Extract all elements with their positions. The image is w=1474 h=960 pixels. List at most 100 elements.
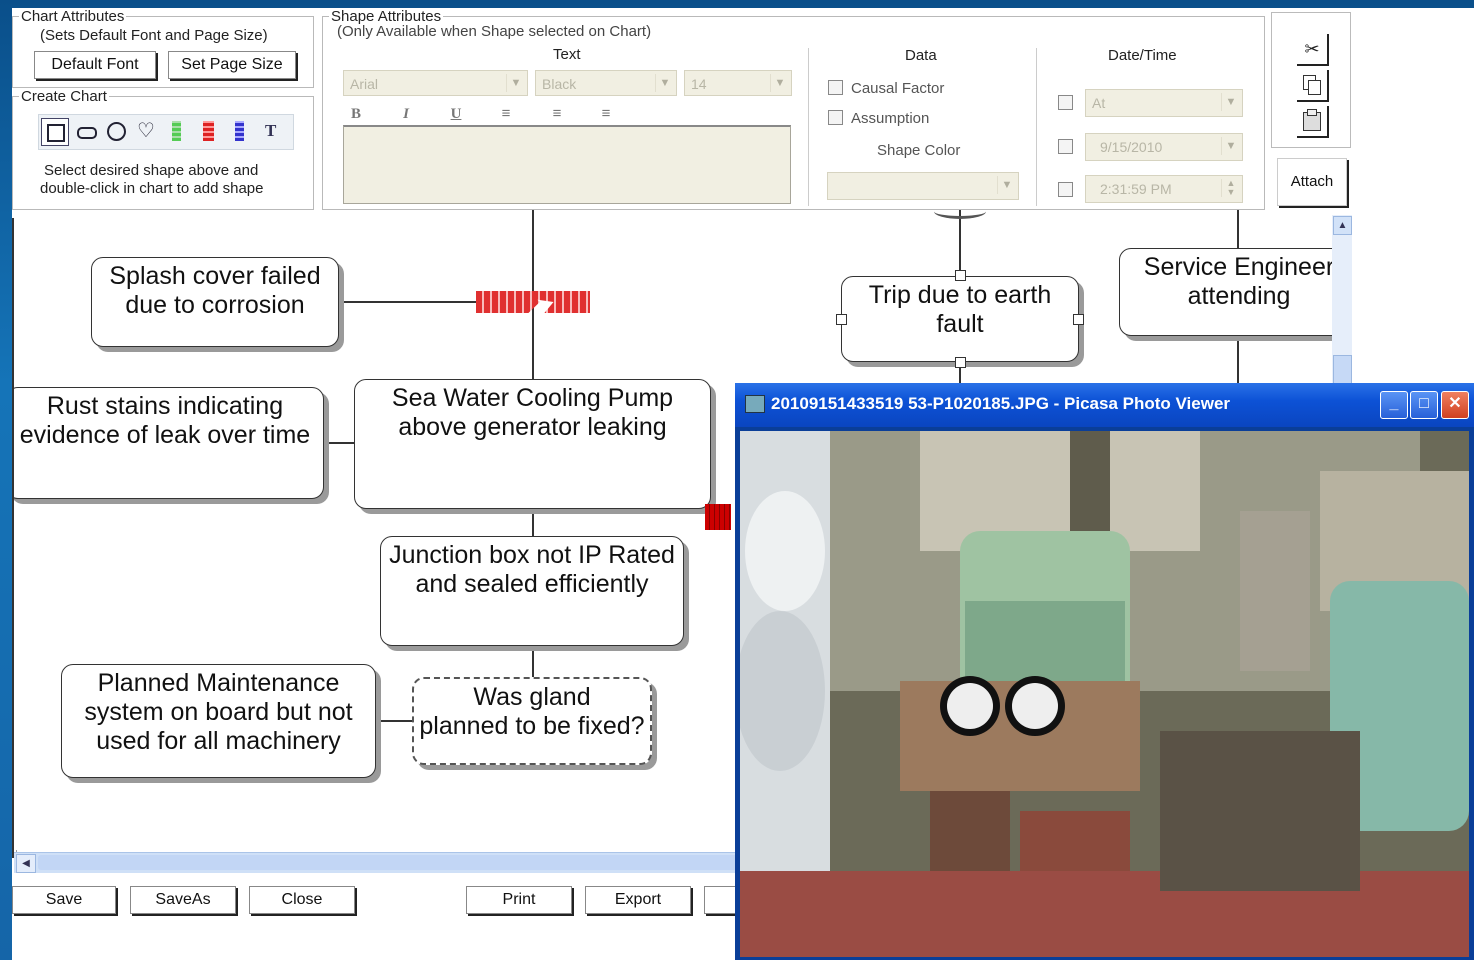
vertical-scrollbar[interactable]: ▲ bbox=[1332, 215, 1352, 387]
scissors-icon[interactable]: ✂ bbox=[1297, 34, 1329, 66]
green-bar-tool-icon[interactable] bbox=[172, 121, 181, 141]
create-chart-hint-2: double-click in chart to add shape bbox=[40, 180, 264, 197]
blue-bar-tool-icon[interactable] bbox=[235, 121, 244, 141]
resize-handle[interactable] bbox=[836, 314, 847, 325]
node-service-engineer[interactable]: Service Engineer attending bbox=[1119, 248, 1334, 336]
connector-line bbox=[1237, 336, 1239, 386]
paste-icon[interactable] bbox=[1297, 106, 1329, 138]
time-checkbox[interactable] bbox=[1058, 182, 1073, 197]
node-text: due to corrosion bbox=[125, 291, 305, 319]
date-value: 9/15/2010 bbox=[1100, 139, 1163, 155]
title-bar[interactable]: 20109151433519 53-P1020185.JPG - Picasa … bbox=[735, 383, 1474, 427]
node-text: Planned Maintenance bbox=[97, 669, 340, 697]
assumption-label: Assumption bbox=[851, 110, 930, 127]
node-text: Was gland bbox=[473, 683, 591, 711]
connector-line bbox=[532, 508, 534, 536]
underline-button[interactable]: U bbox=[444, 103, 468, 125]
shield-tool-icon[interactable]: ♡ bbox=[137, 121, 155, 141]
at-select[interactable]: At ▼ bbox=[1085, 89, 1243, 117]
attach-button[interactable]: Attach bbox=[1277, 158, 1347, 206]
shape-toolbar: ♡ T bbox=[38, 114, 294, 150]
font-select-value: Arial bbox=[350, 76, 379, 92]
color-select-value: Black bbox=[542, 76, 577, 92]
spinner-icon: ▲ ▼ bbox=[1221, 179, 1240, 197]
chevron-down-icon: ▼ bbox=[997, 176, 1016, 194]
causal-factor-checkbox[interactable] bbox=[828, 80, 843, 95]
chevron-down-icon: ▼ bbox=[506, 74, 525, 92]
connector-line bbox=[324, 442, 354, 444]
align-left-icon[interactable]: ≡ bbox=[494, 103, 518, 125]
node-text: fault bbox=[936, 310, 984, 338]
node-trip-earth-fault[interactable]: Trip due to earth fault bbox=[841, 276, 1079, 362]
horizontal-scrollbar[interactable]: ◀ bbox=[14, 852, 738, 873]
default-font-button[interactable]: Default Font bbox=[34, 51, 156, 79]
chevron-down-icon: ▼ bbox=[1221, 93, 1240, 111]
resize-handle[interactable] bbox=[955, 270, 966, 281]
create-chart-hint-1: Select desired shape above and bbox=[44, 162, 259, 179]
node-splash-cover[interactable]: Splash cover failed due to corrosion bbox=[91, 257, 339, 347]
print-button[interactable]: Print bbox=[466, 886, 572, 914]
set-page-size-button[interactable]: Set Page Size bbox=[168, 51, 296, 79]
rectangle-tool-icon[interactable] bbox=[41, 118, 69, 146]
minimize-button[interactable]: _ bbox=[1380, 391, 1408, 419]
node-rust-stains[interactable]: Rust stains indicating evidence of leak … bbox=[14, 387, 324, 499]
align-right-icon[interactable]: ≡ bbox=[594, 103, 618, 125]
node-junction-box[interactable]: Junction box not IP Rated and sealed eff… bbox=[380, 536, 684, 646]
export-button[interactable]: Export bbox=[585, 886, 691, 914]
save-as-button[interactable]: SaveAs bbox=[130, 886, 236, 914]
connector-line bbox=[1237, 210, 1239, 248]
bold-button[interactable]: B bbox=[344, 103, 368, 125]
node-text: Trip due to earth bbox=[868, 281, 1052, 309]
at-checkbox[interactable] bbox=[1058, 95, 1073, 110]
close-window-button[interactable]: ✕ bbox=[1441, 391, 1469, 419]
red-bar-tool-icon[interactable] bbox=[203, 121, 214, 141]
text-tool-icon[interactable]: T bbox=[265, 121, 276, 141]
date-picker[interactable]: 9/15/2010 ▼ bbox=[1085, 133, 1243, 161]
shape-color-label: Shape Color bbox=[877, 142, 961, 159]
scroll-up-arrow-icon[interactable]: ▲ bbox=[1333, 216, 1352, 235]
node-planned-maintenance[interactable]: Planned Maintenance system on board but … bbox=[61, 664, 376, 778]
rounded-rect-tool-icon[interactable] bbox=[77, 127, 97, 139]
connector-line bbox=[376, 720, 412, 722]
size-select[interactable]: 14 ▼ bbox=[684, 70, 792, 96]
italic-button[interactable]: I bbox=[394, 103, 418, 125]
node-was-gland[interactable]: Was gland planned to be fixed? bbox=[412, 677, 652, 765]
node-text: used for all machinery bbox=[96, 727, 341, 755]
data-divider bbox=[808, 48, 809, 206]
chart-attributes-subtitle: (Sets Default Font and Page Size) bbox=[40, 27, 268, 44]
chevron-down-icon: ▼ bbox=[770, 74, 789, 92]
connector-line bbox=[532, 645, 534, 677]
save-button[interactable]: Save bbox=[12, 886, 116, 914]
shape-text-area[interactable] bbox=[343, 125, 791, 204]
node-text: Sea Water Cooling Pump bbox=[391, 384, 674, 412]
copy-icon[interactable] bbox=[1297, 70, 1329, 102]
node-text: Splash cover failed bbox=[109, 262, 321, 290]
time-spinner[interactable]: 2:31:59 PM ▲ ▼ bbox=[1085, 175, 1243, 203]
connector-line bbox=[959, 210, 961, 276]
align-center-icon[interactable]: ≡ bbox=[545, 103, 569, 125]
causal-factor-label: Causal Factor bbox=[851, 80, 945, 97]
data-heading: Data bbox=[905, 47, 937, 64]
node-text: above generator leaking bbox=[398, 413, 667, 441]
close-button[interactable]: Close bbox=[249, 886, 355, 914]
circle-tool-icon[interactable] bbox=[107, 122, 126, 141]
node-text: Service Engineer bbox=[1143, 253, 1334, 281]
maximize-button[interactable]: □ bbox=[1410, 391, 1438, 419]
datetime-divider bbox=[1036, 48, 1037, 206]
assumption-checkbox[interactable] bbox=[828, 110, 843, 125]
scroll-thumb[interactable] bbox=[38, 855, 738, 870]
node-text: Junction box not IP Rated bbox=[389, 541, 675, 569]
color-select[interactable]: Black ▼ bbox=[535, 70, 677, 96]
window-title: 20109151433519 53-P1020185.JPG - Picasa … bbox=[771, 394, 1231, 413]
node-text: system on board but not bbox=[84, 698, 353, 726]
scroll-left-arrow-icon[interactable]: ◀ bbox=[16, 854, 36, 873]
resize-handle[interactable] bbox=[955, 357, 966, 368]
shape-color-select[interactable]: ▼ bbox=[827, 172, 1019, 200]
node-cooling-pump[interactable]: Sea Water Cooling Pump above generator l… bbox=[354, 379, 711, 509]
size-select-value: 14 bbox=[691, 76, 707, 92]
shape-attributes-subtitle: (Only Available when Shape selected on C… bbox=[337, 23, 652, 40]
font-select[interactable]: Arial ▼ bbox=[343, 70, 528, 96]
time-value: 2:31:59 PM bbox=[1100, 181, 1172, 197]
date-checkbox[interactable] bbox=[1058, 139, 1073, 154]
resize-handle[interactable] bbox=[1073, 314, 1084, 325]
